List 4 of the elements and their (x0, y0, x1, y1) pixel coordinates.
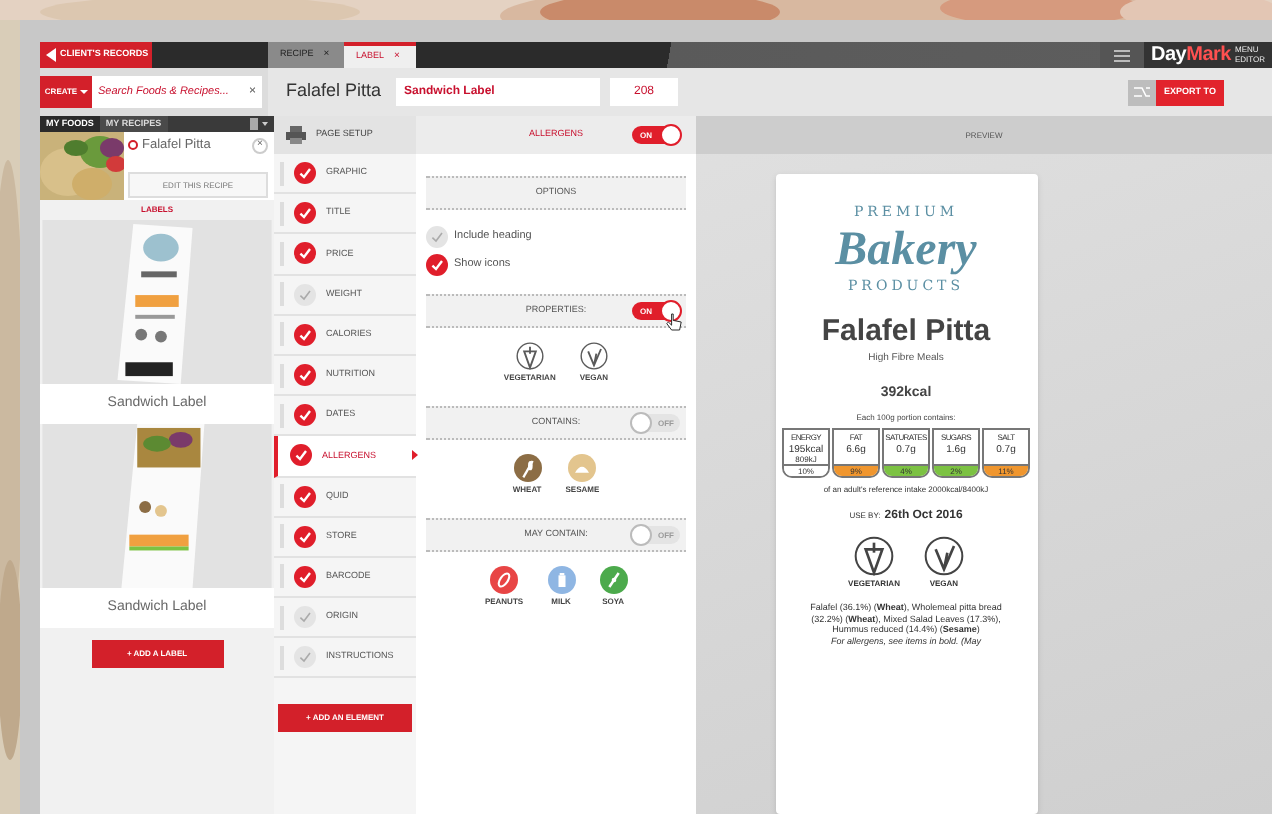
logo-wordmark: DayMark (1151, 45, 1231, 65)
logo-text: Bakery (835, 223, 977, 275)
recipe-title: Falafel Pitta (286, 78, 384, 105)
label-title: Falafel Pitta (821, 316, 991, 348)
